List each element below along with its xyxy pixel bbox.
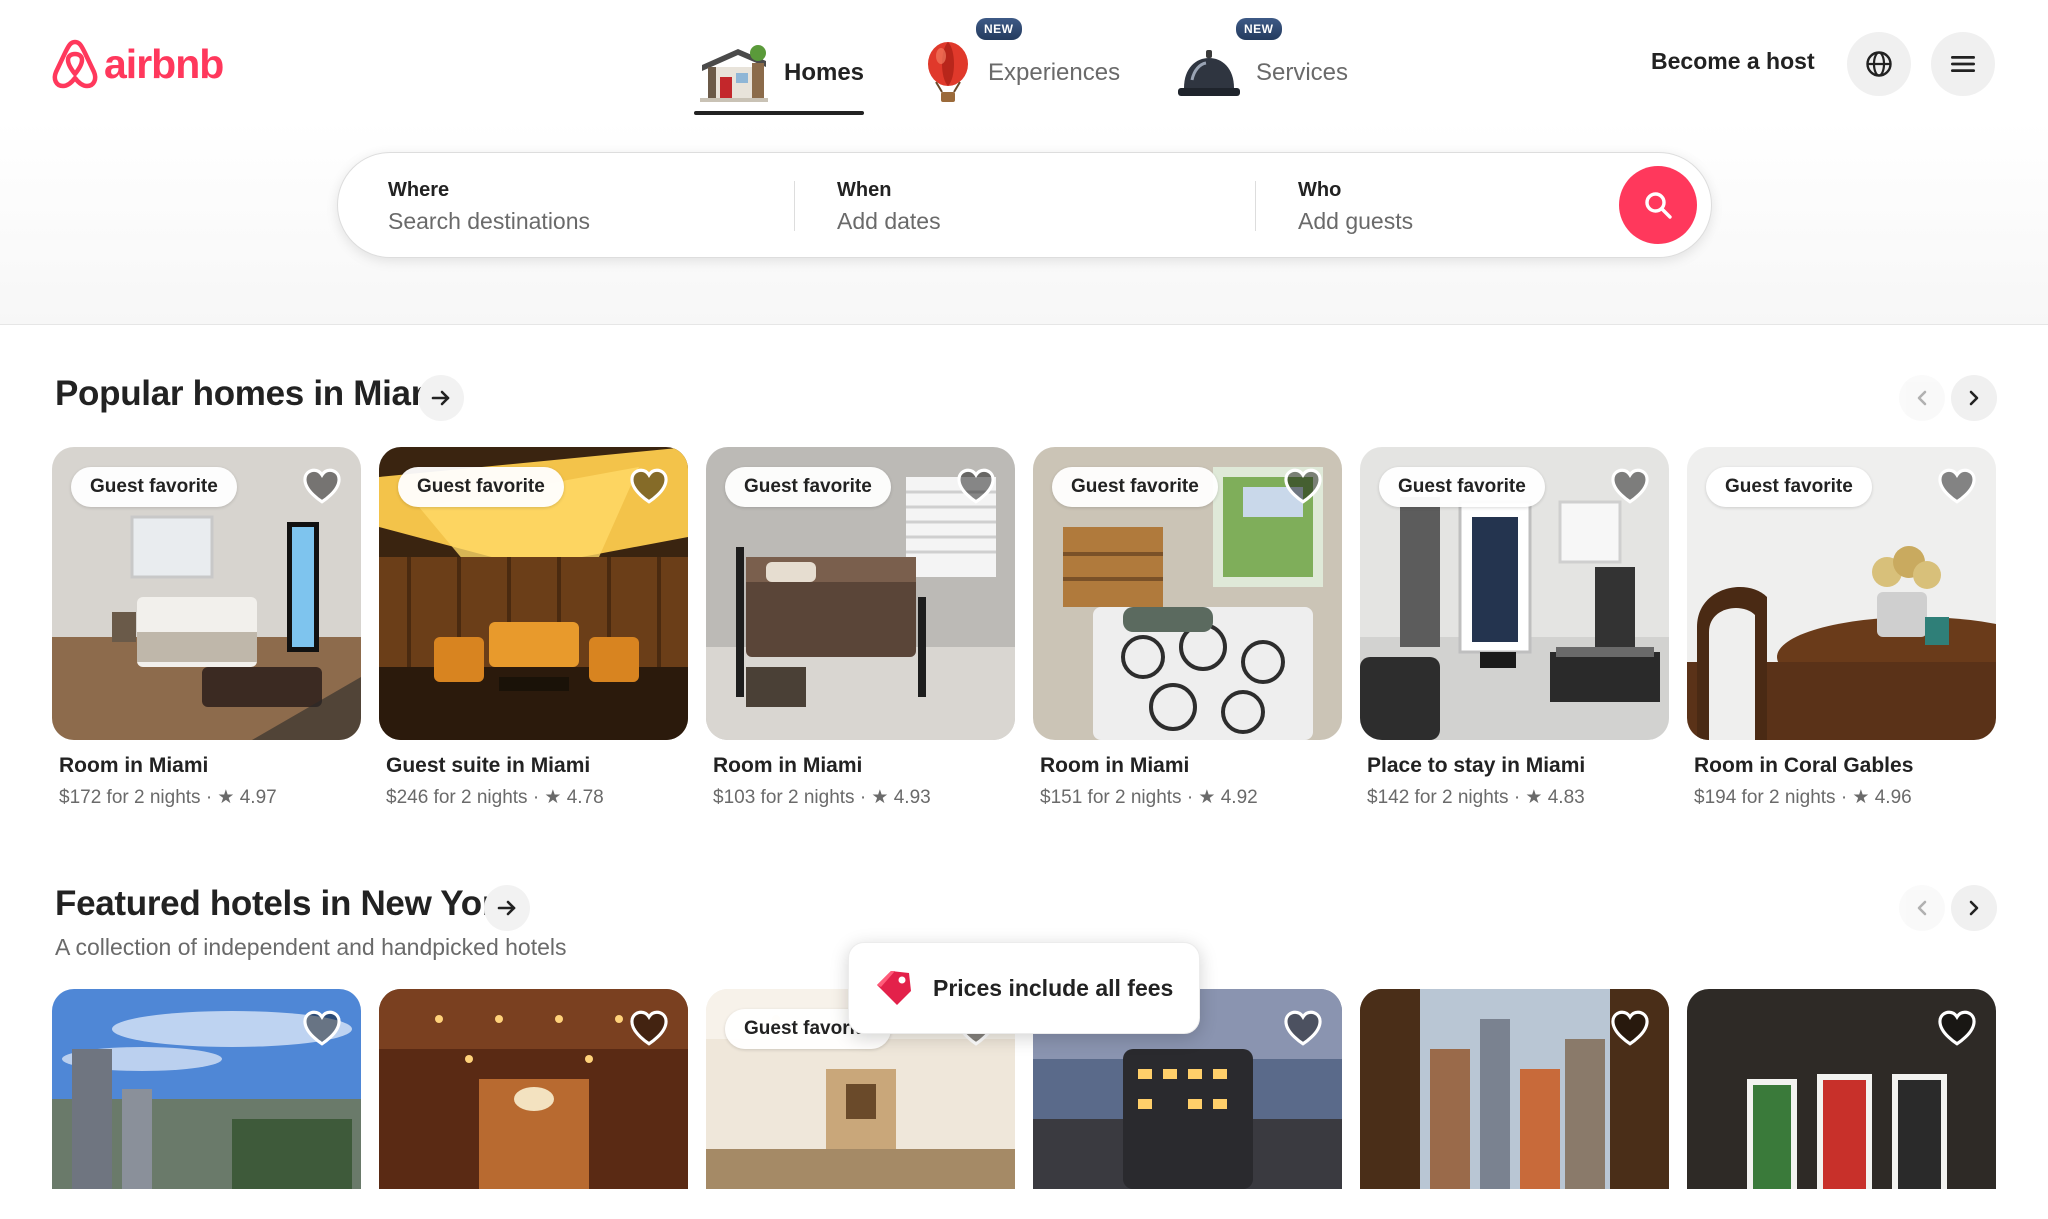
heart-icon[interactable] [301,1007,343,1049]
chevron-right-icon [1969,390,1979,406]
where-field[interactable]: Where [388,179,768,235]
globe-icon [1866,51,1892,77]
new-badge: NEW [1236,18,1282,40]
listing-photo[interactable]: Guest favorite [1033,447,1342,740]
tab-services-label: Services [1256,58,1349,86]
price-tag-icon [877,971,911,1005]
heart-icon[interactable] [1282,1007,1324,1049]
tab-experiences-label: Experiences [988,58,1121,86]
listing-title: Place to stay in Miami [1367,754,1586,777]
heart-icon[interactable] [1609,465,1651,507]
listing-price-rating: $194 for 2 nights · ★ 4.96 [1694,787,1912,808]
carousel-prev-button[interactable] [1899,885,1945,931]
guest-favorite-badge: Guest favorite [1052,467,1218,507]
section-title-popular-homes[interactable]: Popular homes in Miami [55,374,451,414]
main-menu-button[interactable] [1931,32,1995,96]
listing-title: Guest suite in Miami [386,754,591,777]
listing-price-rating: $103 for 2 nights · ★ 4.93 [713,787,931,808]
listing-photo[interactable]: Guest favorite [1360,447,1669,740]
hotel-photo[interactable] [1360,989,1669,1189]
listing-photo[interactable]: Guest favorite [379,447,688,740]
hotel-card[interactable] [1360,989,1669,1189]
when-label: When [837,179,892,201]
search-divider [1255,181,1256,231]
listing-price-rating: $151 for 2 nights · ★ 4.92 [1040,787,1258,808]
listing-title: Room in Coral Gables [1694,754,1914,777]
new-badge: NEW [976,18,1022,40]
listing-carousel: Guest favorite Room in Miami $172 for 2 … [52,447,1998,808]
listing-title: Room in Miami [1040,754,1190,777]
heart-icon[interactable] [628,465,670,507]
carousel-next-button[interactable] [1951,375,1997,421]
guest-favorite-badge: Guest favorite [1706,467,1872,507]
hotel-photo[interactable] [52,989,361,1189]
heart-icon[interactable] [955,465,997,507]
guest-favorite-badge: Guest favorite [725,467,891,507]
carousel-next-button[interactable] [1951,885,1997,931]
header: airbnb Homes NEW Experiences NEW Service… [0,0,2048,325]
tab-homes-label: Homes [784,58,865,86]
guest-favorite-badge: Guest favorite [71,467,237,507]
listing-title: Room in Miami [59,754,209,777]
listing-card[interactable]: Guest favorite Place to stay in Miami $1… [1360,447,1669,809]
search-button[interactable] [1619,166,1697,244]
heart-icon[interactable] [628,1007,670,1049]
section-title-featured-hotels[interactable]: Featured hotels in New York [55,884,515,924]
listing-photo[interactable]: Guest favorite [1687,447,1996,740]
hotel-photo[interactable] [379,989,688,1189]
when-input[interactable] [837,208,1217,235]
service-bell-icon [1178,49,1240,96]
where-label: Where [388,179,450,201]
heart-icon[interactable] [1282,465,1324,507]
listing-card[interactable]: Guest favorite Room in Coral Gables $194… [1687,447,1996,809]
search-divider [794,181,795,231]
carousel-prev-button[interactable] [1899,375,1945,421]
listing-price-rating: $246 for 2 nights · ★ 4.78 [386,787,604,808]
listing-card[interactable]: Guest favorite Room in Miami $151 for 2 … [1033,447,1342,809]
listing-card[interactable]: Guest favorite Guest suite in Miami $246… [379,447,688,809]
listing-card[interactable]: Guest favorite Room in Miami $172 for 2 … [52,447,361,809]
hotel-card[interactable] [52,989,361,1189]
heart-icon[interactable] [1936,1007,1978,1049]
tab-experiences[interactable]: NEW Experiences [922,18,1121,115]
guest-favorite-badge: Guest favorite [1379,467,1545,507]
listing-price-rating: $142 for 2 nights · ★ 4.83 [1367,787,1585,808]
become-a-host-link[interactable]: Become a host [1651,48,1815,75]
listing-photo[interactable]: Guest favorite [706,447,1015,740]
when-field[interactable]: When [837,179,1217,235]
listing-price-rating: $172 for 2 nights · ★ 4.97 [59,787,277,808]
tab-homes[interactable]: Homes [694,30,865,115]
hotel-card[interactable] [1687,989,1996,1189]
listing-photo[interactable]: Guest favorite [52,447,361,740]
arrow-right-icon [431,390,450,406]
section-arrow-button[interactable] [484,885,530,931]
search-bar: Where When Who [337,152,1712,258]
chevron-left-icon [1917,390,1927,406]
tab-services[interactable]: NEW Services [1176,18,1349,115]
hamburger-menu-icon [1951,56,1975,72]
section-subtitle: A collection of independent and handpick… [55,934,567,960]
hotel-photo[interactable] [1687,989,1996,1189]
listing-title: Room in Miami [713,754,863,777]
prices-include-fees-toast: Prices include all fees [848,942,1200,1034]
language-button[interactable] [1847,32,1911,96]
hot-air-balloon-icon [928,41,968,102]
listing-card[interactable]: Guest favorite Room in Miami $103 for 2 … [706,447,1015,809]
arrow-right-icon [497,900,516,916]
chevron-right-icon [1969,900,1979,916]
toast-text: Prices include all fees [933,974,1174,1001]
active-tab-indicator [694,111,865,115]
section-arrow-button[interactable] [418,375,464,421]
guest-favorite-badge: Guest favorite [398,467,564,507]
heart-icon[interactable] [1936,465,1978,507]
heart-icon[interactable] [301,465,343,507]
chevron-left-icon [1917,900,1927,916]
house-icon [700,44,768,102]
hotel-card[interactable] [379,989,688,1189]
heart-icon[interactable] [1609,1007,1651,1049]
search-icon [1645,192,1672,219]
where-input[interactable] [388,208,768,235]
